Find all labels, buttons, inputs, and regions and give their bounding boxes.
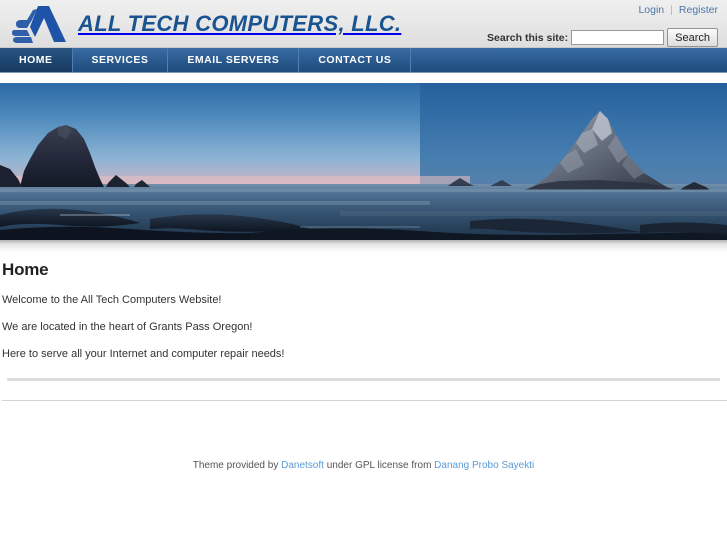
alltech-a-logo-icon <box>8 3 74 45</box>
footer-text-before: Theme provided by <box>192 460 282 472</box>
footer-text-middle: under GPL license from <box>323 460 435 472</box>
banner-drop-shadow <box>0 240 727 252</box>
footer-link-danang-probo-sayekti[interactable]: Danang Probo Sayekti <box>434 460 534 471</box>
nav-item-email-servers[interactable]: EMAIL SERVERS <box>168 48 300 72</box>
site-logo-link[interactable]: ALL TECH COMPUTERS, LLC. <box>8 2 401 46</box>
login-link[interactable]: Login <box>638 4 664 16</box>
user-links-separator: | <box>670 4 673 16</box>
nav-filler <box>411 48 727 72</box>
search-label: Search this site: <box>487 31 569 44</box>
search-button[interactable]: Search <box>667 28 718 47</box>
content-paragraph-1: Welcome to the All Tech Computers Websit… <box>2 294 222 306</box>
content-paragraph-2: We are located in the heart of Grants Pa… <box>2 320 253 333</box>
main-content: Home Welcome to the All Tech Computers W… <box>0 252 727 402</box>
site-header: ALL TECH COMPUTERS, LLC. Login | Registe… <box>0 0 727 48</box>
content-paragraph-3: Here to serve all your Internet and comp… <box>2 347 285 360</box>
search-input[interactable] <box>571 30 665 45</box>
hero-banner-image <box>0 83 727 240</box>
nav-item-home[interactable]: HOME <box>0 48 73 72</box>
banner-spacer <box>0 73 727 83</box>
content-divider-full <box>2 400 727 402</box>
site-search-form: Search this site: Search <box>487 28 718 47</box>
nav-item-services[interactable]: SERVICES <box>73 48 169 72</box>
site-footer: Theme provided by Danetsoft under GPL li… <box>0 460 727 471</box>
register-link[interactable]: Register <box>679 4 718 16</box>
site-title: ALL TECH COMPUTERS, LLC. <box>78 11 402 36</box>
footer-link-danetsoft[interactable]: Danetsoft <box>281 460 324 471</box>
page-title: Home <box>2 260 49 279</box>
content-divider-inset <box>7 378 720 382</box>
user-account-links: Login | Register <box>638 4 718 16</box>
primary-navigation: HOME SERVICES EMAIL SERVERS CONTACT US <box>0 48 727 73</box>
nav-item-contact-us[interactable]: CONTACT US <box>299 48 412 72</box>
